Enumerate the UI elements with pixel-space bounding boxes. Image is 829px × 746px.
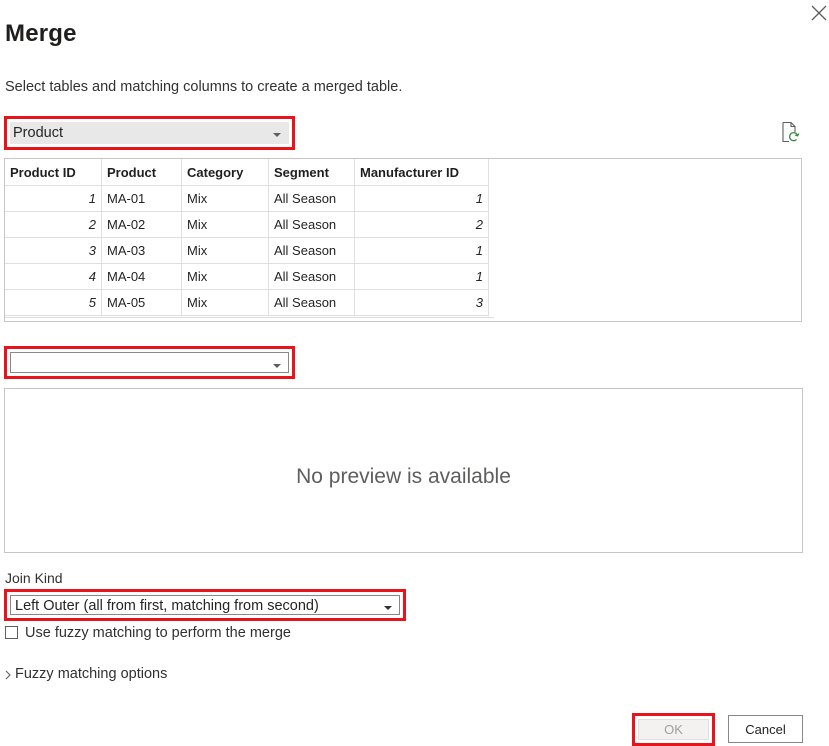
close-icon[interactable] (808, 2, 829, 24)
preview-table: Product ID Product Category Segment Manu… (5, 159, 489, 316)
table-cell: 1 (354, 185, 489, 212)
chevron-down-icon (273, 133, 281, 137)
first-table-dropdown-value: Product (13, 125, 63, 141)
table-cell: 4 (5, 263, 102, 290)
table-cell: All Season (268, 211, 355, 238)
table-row: 5 MA-05 Mix All Season 3 (5, 289, 489, 316)
column-header-segment[interactable]: Segment (268, 159, 355, 186)
table-cell: All Season (268, 237, 355, 264)
dialog-subtitle: Select tables and matching columns to cr… (5, 79, 403, 95)
table-cell: All Season (268, 263, 355, 290)
table-cell: MA-01 (101, 185, 182, 212)
second-table-dropdown[interactable] (4, 346, 295, 379)
first-table-dropdown[interactable]: Product (4, 116, 295, 150)
table-header-row: Product ID Product Category Segment Manu… (5, 159, 489, 186)
table-cell: Mix (181, 211, 269, 238)
table-cell: MA-03 (101, 237, 182, 264)
table-cell: All Season (268, 185, 355, 212)
table-row: 3 MA-03 Mix All Season 1 (5, 237, 489, 264)
table-cell: 3 (354, 289, 489, 316)
table-cell: 2 (5, 211, 102, 238)
first-table-preview: Product ID Product Category Segment Manu… (4, 158, 802, 322)
table-row: 4 MA-04 Mix All Season 1 (5, 263, 489, 290)
table-cell: Mix (181, 185, 269, 212)
join-kind-label: Join Kind (5, 570, 63, 586)
cancel-button[interactable]: Cancel (728, 715, 803, 743)
cancel-button-label: Cancel (745, 721, 786, 737)
ok-button-label: OK (664, 722, 683, 737)
chevron-down-icon (384, 606, 392, 610)
table-cell: All Season (268, 289, 355, 316)
chevron-right-icon[interactable] (3, 669, 13, 681)
no-preview-message: No preview is available (296, 465, 511, 488)
fuzzy-matching-label[interactable]: Use fuzzy matching to perform the merge (25, 625, 291, 641)
table-row: 1 MA-01 Mix All Season 1 (5, 185, 489, 212)
table-cell: 1 (354, 237, 489, 264)
column-header-product-id[interactable]: Product ID (5, 159, 102, 186)
second-table-preview: No preview is available (4, 388, 803, 553)
fuzzy-matching-checkbox[interactable] (5, 626, 18, 639)
refresh-document-icon[interactable] (780, 121, 800, 143)
fuzzy-matching-options-toggle[interactable]: Fuzzy matching options (15, 666, 167, 682)
table-cell: 5 (5, 289, 102, 316)
ok-button[interactable]: OK (632, 713, 715, 746)
table-cell: Mix (181, 289, 269, 316)
table-scroll-divider (5, 317, 494, 318)
table-cell: 1 (5, 185, 102, 212)
dialog-title: Merge (5, 20, 77, 47)
column-header-product[interactable]: Product (101, 159, 182, 186)
table-cell: MA-05 (101, 289, 182, 316)
join-kind-dropdown-value: Left Outer (all from first, matching fro… (15, 598, 319, 614)
table-cell: Mix (181, 237, 269, 264)
chevron-down-icon (273, 364, 281, 368)
column-header-category[interactable]: Category (181, 159, 269, 186)
table-cell: MA-04 (101, 263, 182, 290)
table-cell: 1 (354, 263, 489, 290)
table-cell: MA-02 (101, 211, 182, 238)
table-cell: Mix (181, 263, 269, 290)
table-cell: 3 (5, 237, 102, 264)
table-row: 2 MA-02 Mix All Season 2 (5, 211, 489, 238)
table-cell: 2 (354, 211, 489, 238)
join-kind-dropdown[interactable]: Left Outer (all from first, matching fro… (4, 589, 406, 621)
column-header-manufacturer-id[interactable]: Manufacturer ID (354, 159, 489, 186)
